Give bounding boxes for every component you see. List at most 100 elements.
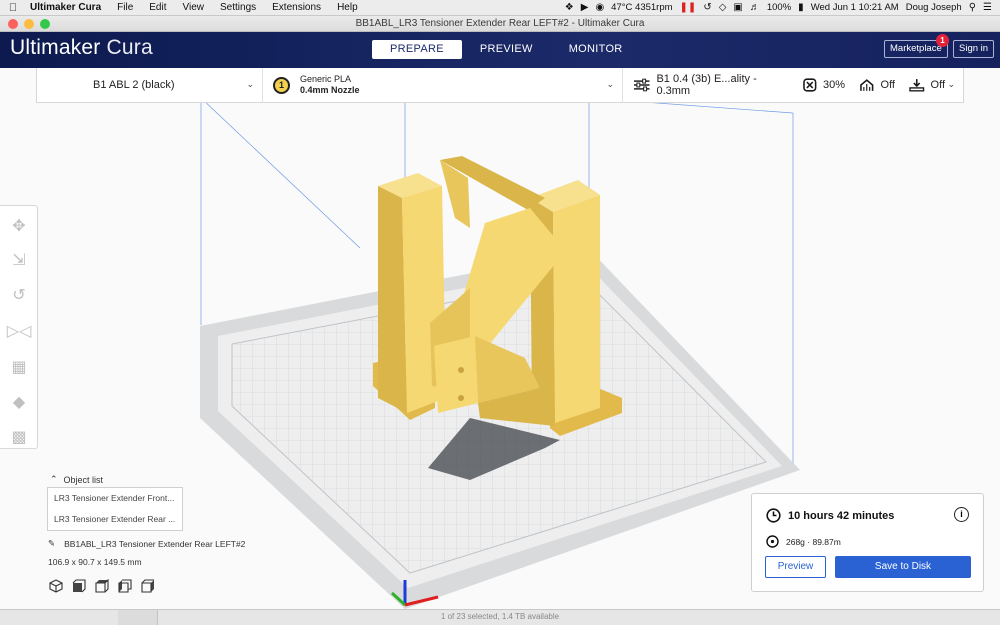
wifi-icon[interactable]: ◇ — [719, 2, 727, 13]
extruder-icon: 1 — [273, 76, 290, 94]
airplay-icon[interactable]: ▣ — [733, 2, 742, 13]
material-usage-label: 268g · 89.87m — [786, 536, 841, 547]
user-name[interactable]: Doug Joseph — [906, 2, 962, 13]
ultimaker-cura-logo: Ultimaker Cura — [10, 36, 153, 60]
adhesion-icon — [909, 79, 925, 92]
tab-monitor[interactable]: MONITOR — [551, 40, 641, 59]
print-info-button[interactable]: i — [954, 507, 969, 522]
printer-selector[interactable]: B1 ABL 2 (black) ⌄ — [83, 68, 263, 102]
globe-icon[interactable]: ◉ — [595, 2, 604, 13]
view-3d-button[interactable] — [48, 578, 64, 594]
macos-menubar:  Ultimaker Cura File Edit View Settings… — [0, 0, 1000, 16]
tab-prepare[interactable]: PREPARE — [372, 40, 462, 59]
control-center-icon[interactable]: ☰ — [983, 2, 992, 13]
close-window-button[interactable] — [8, 19, 18, 29]
move-tool[interactable]: ✥ — [9, 216, 29, 236]
support-icon — [860, 79, 874, 91]
window-controls — [8, 19, 50, 29]
info-icon: i — [960, 509, 963, 519]
rotate-tool[interactable]: ↺ — [9, 285, 29, 305]
selected-object-name[interactable]: ✎ BB1ABL_LR3 Tensioner Extender Rear LEF… — [48, 538, 245, 549]
print-time-label: 10 hours 42 minutes — [788, 509, 895, 522]
rotate-icon: ↺ — [12, 287, 26, 304]
menu-help[interactable]: Help — [329, 0, 366, 16]
save-to-disk-button[interactable]: Save to Disk — [835, 556, 971, 578]
menu-file[interactable]: File — [109, 0, 141, 16]
bluetooth-icon[interactable]: ▶ — [581, 2, 589, 13]
volume-icon[interactable]: ♬ — [750, 2, 760, 13]
per-model-settings-tool[interactable]: ▦ — [9, 357, 29, 377]
object-list-toggle[interactable]: ⌃ Object list — [50, 474, 103, 485]
menu-extensions[interactable]: Extensions — [264, 0, 329, 16]
view-top-button[interactable] — [94, 578, 110, 594]
tab-preview[interactable]: PREVIEW — [462, 40, 551, 59]
profile-name: B1 0.4 (3b) E...ality - 0.3mm — [656, 73, 757, 97]
tool-panel: ✥ ⇲ ↺ ▷◁ ▦ ◆ ▩ — [0, 205, 38, 449]
window-title: BB1ABL_LR3 Tensioner Extender Rear LEFT#… — [355, 18, 645, 29]
stage-tabs: PREPARE PREVIEW MONITOR — [372, 40, 641, 59]
chevron-down-icon: ⌄ — [606, 79, 614, 89]
spotlight-search-icon[interactable]: ⚲ — [969, 2, 976, 13]
object-list-title: Object list — [63, 474, 104, 485]
list-item[interactable]: LR3 Tensioner Extender Rear ... — [48, 509, 182, 530]
material-selector[interactable]: 1 Generic PLA 0.4mm Nozzle ⌄ — [263, 68, 623, 102]
menu-edit[interactable]: Edit — [141, 0, 174, 16]
window-titlebar: BB1ABL_LR3 Tensioner Extender Rear LEFT#… — [0, 16, 1000, 32]
menu-view[interactable]: View — [175, 0, 213, 16]
scale-icon: ⇲ — [12, 252, 26, 269]
clock[interactable]: Wed Jun 1 10:21 AM — [811, 2, 899, 13]
view-front-button[interactable] — [71, 578, 87, 594]
cube-right-icon — [141, 579, 154, 593]
time-machine-icon[interactable]: ↺ — [703, 2, 711, 13]
view-right-button[interactable] — [140, 578, 156, 594]
background-finder-strip: 1 of 23 selected, 1.4 TB available — [0, 609, 1000, 625]
printer-name: B1 ABL 2 (black) — [93, 79, 175, 91]
model-tensioner-extender[interactable] — [373, 156, 622, 436]
menubar-status: ❖ ▶ ◉ 47°C 4351rpm ❚❚ ↺ ◇ ▣ ♬ 100% ▮ Wed… — [565, 2, 1000, 13]
sliders-icon — [633, 78, 650, 92]
material-info: Generic PLA 0.4mm Nozzle — [300, 74, 360, 96]
material-usage: 268g · 89.87m — [766, 535, 841, 548]
material-name: Generic PLA — [300, 74, 352, 84]
print-estimate-panel: 10 hours 42 minutes i 268g · 89.87m Prev… — [751, 493, 984, 592]
infill-value: 30% — [822, 79, 845, 91]
apple-icon[interactable]:  — [0, 2, 26, 14]
menu-app[interactable]: Ultimaker Cura — [26, 0, 109, 16]
pause-icon[interactable]: ❚❚ — [680, 2, 697, 13]
view-orientation-buttons — [48, 578, 156, 594]
extruder-number: 1 — [278, 80, 284, 90]
battery-icon[interactable]: ▮ — [798, 2, 804, 13]
preview-button[interactable]: Preview — [765, 556, 826, 578]
dropbox-icon[interactable]: ❖ — [565, 2, 574, 13]
chevron-down-icon: ⌄ — [246, 79, 254, 89]
adhesion-value: Off — [930, 79, 946, 91]
view-left-button[interactable] — [117, 578, 133, 594]
per-model-settings-icon: ▦ — [11, 359, 27, 376]
lay-flat-tool[interactable]: ▩ — [9, 427, 29, 447]
cube-left-icon — [118, 579, 132, 593]
support-value: Off — [880, 79, 895, 91]
spool-icon — [766, 535, 779, 548]
settings-bar: B1 ABL 2 (black) ⌄ 1 Generic PLA 0.4mm N… — [36, 68, 964, 103]
support-blocker-icon: ◆ — [12, 394, 26, 411]
selected-object-label: BB1ABL_LR3 Tensioner Extender Rear LEFT#… — [64, 538, 246, 549]
infill-icon — [803, 78, 817, 92]
zoom-window-button[interactable] — [40, 19, 50, 29]
scale-tool[interactable]: ⇲ — [9, 250, 29, 270]
finder-status: 1 of 23 selected, 1.4 TB available — [440, 612, 560, 621]
temperature-readout[interactable]: 47°C 4351rpm — [611, 2, 672, 13]
minimize-window-button[interactable] — [24, 19, 34, 29]
mirror-tool[interactable]: ▷◁ — [6, 321, 32, 341]
menu-settings[interactable]: Settings — [212, 0, 264, 16]
nozzle-size: 0.4mm Nozzle — [300, 85, 360, 95]
brand-thin: Cura — [106, 36, 153, 59]
marketplace-badge: 1 — [936, 34, 949, 47]
sign-in-button[interactable]: Sign in — [953, 40, 995, 58]
print-settings-selector[interactable]: B1 0.4 (3b) E...ality - 0.3mm 30% Off Of… — [623, 68, 963, 102]
chevron-down-icon: ⌄ — [947, 79, 955, 89]
support-blocker-tool[interactable]: ◆ — [9, 392, 29, 412]
battery-percent[interactable]: 100% — [767, 2, 791, 13]
list-item[interactable]: LR3 Tensioner Extender Front... — [48, 488, 182, 509]
viewport[interactable]: B1 ABL 2 (black) ⌄ 1 Generic PLA 0.4mm N… — [0, 68, 1000, 609]
mirror-icon: ▷◁ — [6, 323, 32, 340]
